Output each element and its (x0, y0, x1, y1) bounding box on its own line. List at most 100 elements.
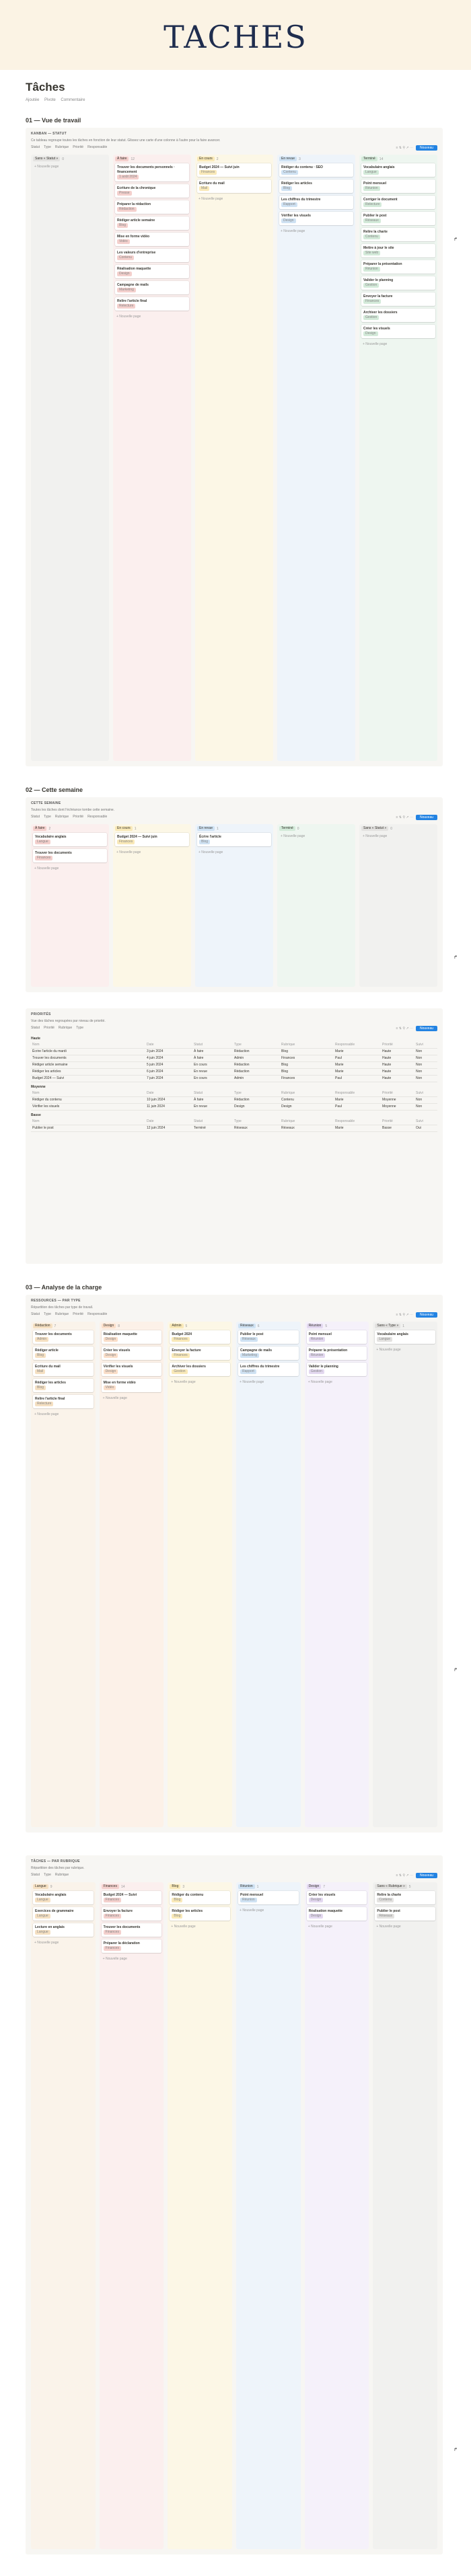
toolbar-icons[interactable]: ≡ ⇅ ⚲ ↗ ⋯ (396, 1313, 413, 1317)
table-row[interactable]: Vérifier les visuels 11 juin 2024 En revue… (31, 1104, 437, 1111)
new-page-button[interactable]: + Nouvelle page (33, 163, 107, 170)
task-card[interactable]: Ecriture du mail Mail (33, 1363, 94, 1376)
task-card[interactable]: Les chiffres du trimestre Rapport (279, 196, 353, 209)
task-card[interactable]: Mettre à jour le site Site web (361, 244, 435, 257)
task-card[interactable]: Préparer la présentation Réunion (306, 1346, 367, 1360)
view-tab[interactable]: Responsable (87, 145, 107, 149)
task-card[interactable]: Préparer la rédaction Rédaction (115, 200, 189, 214)
task-card[interactable]: Budget 2024 — Suivi Finances (101, 1891, 162, 1904)
task-card[interactable]: Budget 2024 Finances (170, 1330, 231, 1344)
property-comment[interactable]: Commentaire (61, 98, 85, 102)
task-card[interactable]: Écrire l'article Blog (197, 833, 271, 846)
table-row[interactable]: Trouver les documents 4 juin 2024 À faire A… (31, 1055, 437, 1062)
new-button[interactable]: Nouveau (415, 1873, 437, 1878)
task-card[interactable]: Rédiger article Blog (33, 1346, 94, 1360)
view-tab[interactable]: Responsable (87, 815, 107, 819)
column-header[interactable]: Responsable (334, 1090, 381, 1096)
task-card[interactable]: Préparer la présentation Réunion (361, 260, 435, 274)
toolbar-icons[interactable]: ≡ ⇅ ⚲ ↗ ⋯ (396, 146, 413, 150)
task-card[interactable]: Rédiger du contenu · SEO Contenu (279, 163, 353, 177)
task-card[interactable]: Campagne de mails Marketing (115, 281, 189, 294)
task-card[interactable]: Publier le post Réseaux (375, 1907, 436, 1921)
view-tab[interactable]: Priorité (73, 815, 83, 819)
task-card[interactable]: Réalisation maquette Design (306, 1907, 367, 1921)
column-header[interactable]: Suivi (414, 1090, 437, 1096)
table-group[interactable]: Moyenne (31, 1085, 437, 1089)
task-card[interactable]: Rédiger les articles Blog (279, 179, 353, 193)
column-header[interactable]: Rubrique (280, 1042, 334, 1048)
new-page-button[interactable]: + Nouvelle page (115, 849, 189, 856)
column-header[interactable]: Statut (192, 1119, 233, 1125)
task-card[interactable]: Vocabulaire anglais Langue (375, 1330, 436, 1344)
task-card[interactable]: Relire la charte Contenu (375, 1891, 436, 1904)
task-card[interactable]: Archiver les dossiers Gestion (170, 1363, 231, 1376)
task-card[interactable]: Envoyer la facture Finances (170, 1346, 231, 1360)
task-card[interactable]: Créer les visuels Design (101, 1346, 162, 1360)
column-header[interactable]: Statut (192, 1090, 233, 1096)
task-card[interactable]: Point mensuel Réunion (238, 1891, 299, 1904)
view-tab[interactable]: Type (76, 1026, 83, 1030)
task-card[interactable]: Ecriture de la chronique Presse (115, 184, 189, 198)
task-card[interactable]: Campagne de mails Marketing (238, 1346, 299, 1360)
task-card[interactable]: Mise en forme vidéo Vidéo (101, 1379, 162, 1392)
task-card[interactable]: Préparer la déclaration Finances (101, 1939, 162, 1953)
toolbar-icons[interactable]: ≡ ⇅ ⚲ ↗ ⋯ (396, 815, 413, 819)
column-header[interactable]: Rubrique (280, 1119, 334, 1125)
table-group[interactable]: Haute (31, 1037, 437, 1041)
task-card[interactable]: Exercices de grammaire Langue (33, 1907, 94, 1921)
new-button[interactable]: Nouveau (415, 1312, 437, 1318)
view-tab[interactable]: Type (44, 1312, 51, 1316)
column-header[interactable]: Date (145, 1090, 192, 1096)
view-tab[interactable]: Type (44, 1873, 51, 1877)
task-card[interactable]: Vocabulaire anglais Langue (33, 1891, 94, 1904)
new-page-button[interactable]: + Nouvelle page (170, 1379, 230, 1385)
toolbar-icons[interactable]: ≡ ⇅ ⚲ ↗ ⋯ (396, 1027, 413, 1031)
task-card[interactable]: Vocabulaire anglais Langue (361, 163, 435, 177)
view-tab[interactable]: Type (44, 815, 51, 819)
new-page-button[interactable]: + Nouvelle page (33, 1411, 94, 1418)
column-header[interactable]: Date (145, 1119, 192, 1125)
table-row[interactable]: Écrire l'article du mardi 3 juin 2024 À fa… (31, 1049, 437, 1055)
task-card[interactable]: Rédiger les articles Blog (33, 1379, 94, 1392)
view-tab[interactable]: Responsable (87, 1312, 107, 1316)
view-tab[interactable]: Rubrique (55, 815, 69, 819)
task-card[interactable]: Créer les visuels Design (361, 325, 435, 338)
task-card[interactable]: Rédiger du contenu Blog (170, 1891, 231, 1904)
table-row[interactable]: Rédiger article semaine 5 juin 2024 En cou… (31, 1062, 437, 1069)
task-card[interactable]: Trouver les documents personnels · finan… (115, 163, 189, 182)
new-button[interactable]: Nouveau (415, 1026, 437, 1031)
column-header[interactable]: Nom (31, 1119, 145, 1125)
task-card[interactable]: Trouver les documents Finances (33, 849, 107, 862)
task-card[interactable]: Relire l'article final Relecture (33, 1395, 94, 1408)
property-pivot[interactable]: Pivote (44, 98, 56, 102)
table-row[interactable]: Publier le post 12 juin 2024 Terminé Réseau… (31, 1125, 437, 1132)
table-row[interactable]: Rédiger du contenu 10 juin 2024 À faire Réd… (31, 1097, 437, 1104)
new-button[interactable]: Nouveau (415, 815, 437, 820)
task-card[interactable]: Budget 2024 — Suivi juin Finances (197, 163, 271, 177)
view-tab[interactable]: Statut (31, 1873, 40, 1877)
new-page-button[interactable]: + Nouvelle page (33, 865, 107, 872)
new-button[interactable]: Nouveau (415, 145, 437, 151)
column-header[interactable]: Rubrique (280, 1090, 334, 1096)
task-card[interactable]: Lecture en anglais Langue (33, 1923, 94, 1937)
new-page-button[interactable]: + Nouvelle page (170, 1923, 230, 1930)
column-header[interactable]: Date (145, 1042, 192, 1048)
view-tab[interactable]: Priorité (44, 1026, 55, 1030)
new-page-button[interactable]: + Nouvelle page (307, 1923, 367, 1930)
new-page-button[interactable]: + Nouvelle page (375, 1923, 435, 1930)
task-card[interactable]: Archiver les dossiers Gestion (361, 309, 435, 322)
task-card[interactable]: Publier le post Réseaux (238, 1330, 299, 1344)
task-card[interactable]: Publier le post Réseaux (361, 212, 435, 225)
view-tab[interactable]: Rubrique (55, 145, 69, 149)
view-tab[interactable]: Type (44, 145, 51, 149)
column-header[interactable]: Responsable (334, 1119, 381, 1125)
new-page-button[interactable]: + Nouvelle page (361, 341, 435, 348)
new-page-button[interactable]: + Nouvelle page (197, 196, 271, 202)
task-card[interactable]: Point mensuel Réunion (306, 1330, 367, 1344)
task-card[interactable]: Réalisation maquette Design (101, 1330, 162, 1344)
task-card[interactable]: Vérifier les visuels Design (279, 212, 353, 225)
column-header[interactable]: Nom (31, 1042, 145, 1048)
column-header[interactable]: Suivi (414, 1119, 437, 1125)
task-card[interactable]: Rédiger les articles Blog (170, 1907, 231, 1921)
table-row[interactable]: Budget 2024 — Suivi 7 juin 2024 En cours Ad… (31, 1076, 437, 1082)
